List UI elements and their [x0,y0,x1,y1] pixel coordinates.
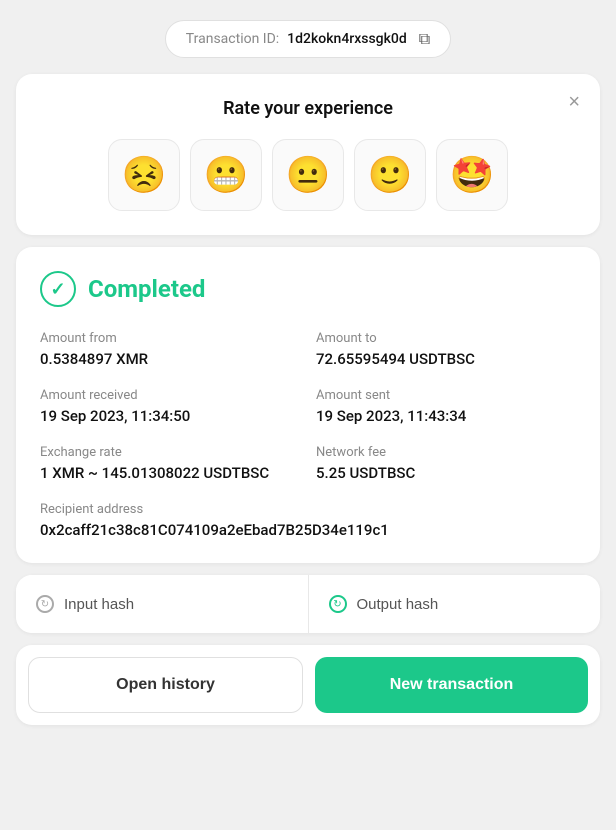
output-hash-icon: ↻ [329,595,347,613]
hash-card: ↻ Input hash ↻ Output hash [16,575,600,633]
amount-received-item: Amount received 19 Sep 2023, 11:34:50 [40,388,300,425]
exchange-rate-label: Exchange rate [40,445,300,460]
amount-received-label: Amount received [40,388,300,403]
network-fee-label: Network fee [316,445,576,460]
emoji-neutral[interactable]: 😐 [272,139,344,211]
emoji-bad[interactable]: 😬 [190,139,262,211]
check-mark: ✓ [50,279,65,300]
details-grid: Amount from 0.5384897 XMR Amount to 72.6… [40,331,576,539]
amount-to-item: Amount to 72.65595494 USDTBSC [316,331,576,368]
recipient-label: Recipient address [40,502,576,517]
amount-from-value: 0.5384897 XMR [40,350,300,368]
exchange-rate-item: Exchange rate 1 XMR ~ 145.01308022 USDTB… [40,445,300,482]
actions-card: Open history New transaction [16,645,600,725]
input-hash-button[interactable]: ↻ Input hash [16,575,309,633]
open-history-button[interactable]: Open history [28,657,303,713]
amount-sent-value: 19 Sep 2023, 11:43:34 [316,407,576,425]
amount-from-label: Amount from [40,331,300,346]
hash-row: ↻ Input hash ↻ Output hash [16,575,600,633]
amount-to-label: Amount to [316,331,576,346]
transaction-id-bar: Transaction ID: 1d2kokn4rxssgk0d ⧉ [165,20,451,58]
amount-from-item: Amount from 0.5384897 XMR [40,331,300,368]
network-fee-item: Network fee 5.25 USDTBSC [316,445,576,482]
transaction-id-value: 1d2kokn4rxssgk0d [287,31,407,47]
exchange-rate-value: 1 XMR ~ 145.01308022 USDTBSC [40,464,300,482]
emoji-very-bad[interactable]: 😣 [108,139,180,211]
close-button[interactable]: × [568,92,580,112]
status-header: ✓ Completed [40,271,576,307]
network-fee-value: 5.25 USDTBSC [316,464,576,482]
transaction-id-label: Transaction ID: [186,31,279,47]
status-card: ✓ Completed Amount from 0.5384897 XMR Am… [16,247,600,563]
status-label: Completed [88,275,205,303]
input-hash-icon: ↻ [36,595,54,613]
amount-to-value: 72.65595494 USDTBSC [316,350,576,368]
amount-sent-item: Amount sent 19 Sep 2023, 11:43:34 [316,388,576,425]
status-icon: ✓ [40,271,76,307]
emoji-good[interactable]: 🙂 [354,139,426,211]
recipient-value: 0x2caff21c38c81C074109a2eEbad7B25D34e119… [40,521,576,539]
input-hash-label: Input hash [64,596,134,613]
emoji-great[interactable]: 🤩 [436,139,508,211]
recipient-item: Recipient address 0x2caff21c38c81C074109… [40,502,576,539]
emoji-row: 😣 😬 😐 🙂 🤩 [40,139,576,211]
new-transaction-button[interactable]: New transaction [315,657,588,713]
amount-sent-label: Amount sent [316,388,576,403]
output-hash-label: Output hash [357,596,439,613]
rating-card: Rate your experience × 😣 😬 😐 🙂 🤩 [16,74,600,235]
copy-icon[interactable]: ⧉ [419,29,430,49]
output-hash-button[interactable]: ↻ Output hash [309,575,601,633]
rating-title: Rate your experience [40,98,576,119]
amount-received-value: 19 Sep 2023, 11:34:50 [40,407,300,425]
